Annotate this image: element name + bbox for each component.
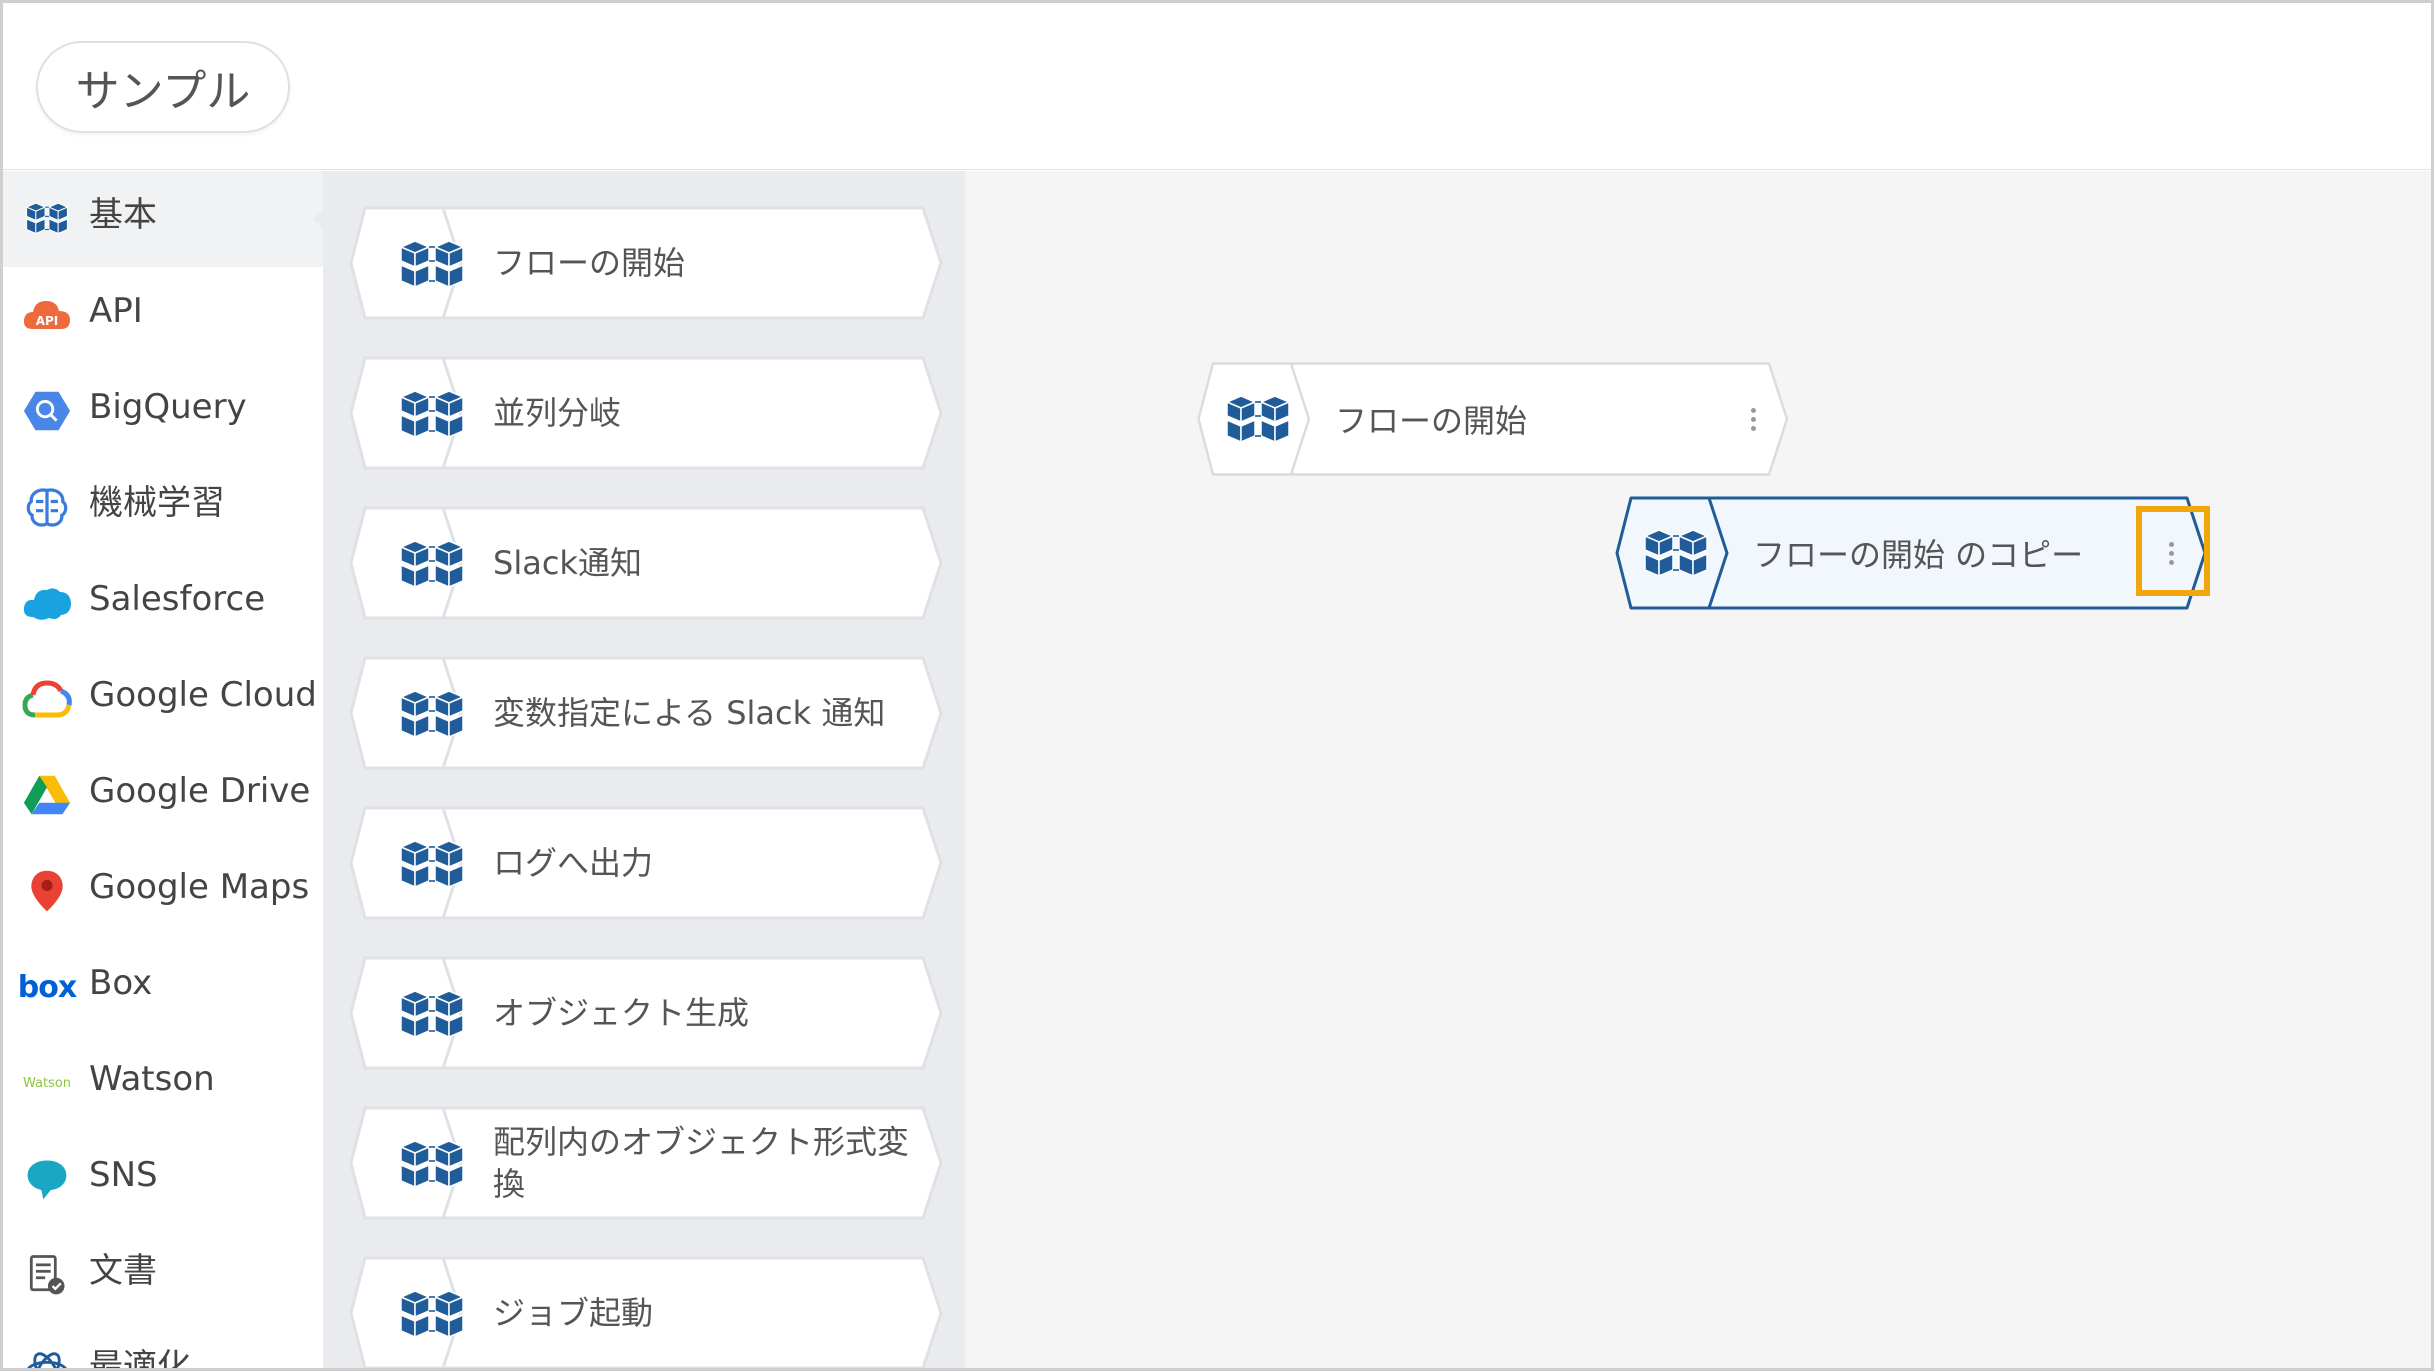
palette-block[interactable]: Slack通知 [347,505,945,621]
palette-block[interactable]: 変数指定による Slack 通知 [347,655,945,771]
sidebar-item[interactable]: box Box [3,939,323,1035]
sidebar-item[interactable]: SNS [3,1131,323,1227]
flow-canvas[interactable]: フローの開始 フローの開始 のコピー [965,171,2431,1368]
sidebar-item[interactable]: 文書 [3,1227,323,1323]
sidebar-item-label: Box [89,963,153,1003]
google-drive-icon [21,769,73,821]
svg-text:API: API [36,314,59,328]
sidebar-item-label: Google Maps [89,867,310,907]
api-cloud-icon: API [21,289,73,341]
cube-grid-icon [397,387,467,443]
sidebar-item-label: API [89,291,143,331]
palette-block-label: Slack通知 [493,544,642,582]
cube-grid-icon [1223,392,1293,448]
sidebar-item[interactable]: 最適化 [3,1323,323,1371]
header: サンプル [3,3,2431,170]
palette-block-label: 並列分岐 [493,394,622,432]
sidebar-item[interactable]: API API [3,267,323,363]
sidebar-item[interactable]: Watson Watson [3,1035,323,1131]
cube-grid-icon [397,1287,467,1343]
menu-highlight-box [2136,506,2210,596]
palette-block[interactable]: ログへ出力 [347,805,945,921]
cube-grid-icon [397,837,467,893]
sidebar-item-label: SNS [89,1155,158,1195]
palette-block-label: ジョブ起動 [493,1294,654,1332]
app-window: サンプル 基本 API API BigQuery 機械学習 Salesforce Googl… [0,0,2434,1371]
box-logo-icon: box [17,969,77,1005]
cube-grid-icon [1641,526,1711,582]
cube-grid-icon [397,987,467,1043]
block-palette: フローの開始 並列分岐 Slack通知 変数指定による Slack 通知 ログへ… [323,171,965,1368]
flow-title[interactable]: サンプル [36,41,290,133]
flow-node-selected[interactable]: フローの開始 のコピー [1613,495,2209,611]
palette-block-label: ログへ出力 [493,844,654,882]
map-pin-icon [21,865,73,917]
chat-bubble-icon [21,1153,73,1205]
google-cloud-icon [21,673,73,725]
bigquery-icon [21,385,73,437]
sidebar-item-label: 機械学習 [89,483,225,523]
sidebar-item[interactable]: Google Drive [3,747,323,843]
sidebar-item[interactable]: Google Maps [3,843,323,939]
sidebar-item[interactable]: BigQuery [3,363,323,459]
palette-block[interactable]: ジョブ起動 [347,1255,945,1368]
sidebar-item-label: Salesforce [89,579,266,619]
node-menu-icon[interactable] [1743,399,1763,439]
palette-block-label: オブジェクト生成 [493,994,750,1032]
palette-block-label: フローの開始 [493,244,686,282]
cube-grid-icon [397,237,467,293]
sidebar-item-label: 基本 [89,195,157,235]
palette-block[interactable]: 並列分岐 [347,355,945,471]
document-icon [21,1249,73,1301]
palette-block-label: 配列内のオブジェクト形式変換 [493,1123,910,1203]
cube-grid-icon [21,193,73,245]
sidebar-item[interactable]: Salesforce [3,555,323,651]
sidebar-item-label: Watson [89,1059,215,1099]
sidebar-item-label: 最適化 [89,1347,191,1371]
brain-icon [21,481,73,533]
sidebar-item[interactable]: Google Cloud [3,651,323,747]
palette-block-label: 変数指定による Slack 通知 [493,694,886,732]
watson-logo-icon: Watson [22,1075,72,1091]
flow-node-label: フローの開始 [1335,402,1528,440]
palette-block[interactable]: オブジェクト生成 [347,955,945,1071]
cube-grid-icon [397,687,467,743]
salesforce-cloud-icon [21,577,73,629]
cube-grid-icon [397,537,467,593]
active-indicator [313,209,323,229]
sidebar-item-label: Google Drive [89,771,311,811]
flow-node[interactable]: フローの開始 [1195,361,1791,477]
palette-block[interactable]: フローの開始 [347,205,945,321]
flow-node-label: フローの開始 のコピー [1753,536,2084,574]
sidebar-item[interactable]: 機械学習 [3,459,323,555]
sidebar-item[interactable]: 基本 [3,171,323,267]
optimization-icon [21,1345,73,1368]
sidebar-item-label: 文書 [89,1251,157,1291]
sidebar-item-label: BigQuery [89,387,247,427]
sidebar-item-label: Google Cloud [89,675,317,715]
category-sidebar: 基本 API API BigQuery 機械学習 Salesforce Google Clo… [3,171,323,1371]
palette-block[interactable]: 配列内のオブジェクト形式変換 [347,1105,945,1221]
cube-grid-icon [397,1137,467,1193]
